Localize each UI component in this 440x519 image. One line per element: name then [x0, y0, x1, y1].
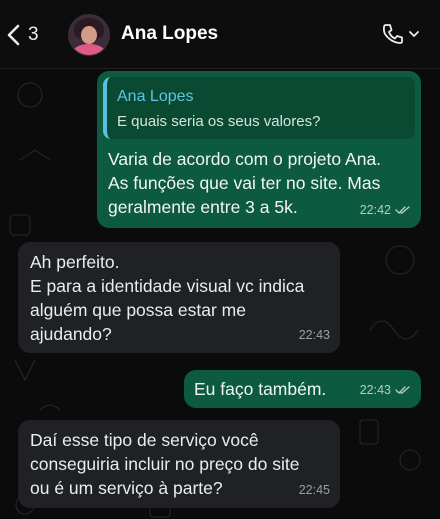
message-meta: 22:42 — [360, 198, 411, 222]
chevron-down-icon — [409, 31, 419, 38]
chat-header: 3 Ana Lopes — [0, 0, 440, 69]
chevron-left-icon — [7, 24, 20, 46]
contact-name[interactable]: Ana Lopes — [121, 23, 218, 45]
message-text: Daí esse tipo de serviço você conseguiri… — [30, 430, 300, 498]
message-text: Eu faço também. — [194, 379, 327, 399]
double-check-icon — [395, 206, 410, 214]
message-time: 22:43 — [359, 383, 391, 397]
double-check-icon — [395, 386, 410, 394]
message-time: 22:42 — [359, 203, 391, 217]
message-meta: 22:43 — [299, 323, 330, 347]
back-button[interactable]: 3 — [6, 15, 39, 55]
message-meta: 22:45 — [299, 478, 330, 502]
message-bubble-outgoing[interactable]: Eu faço também. 22:43 — [184, 370, 421, 408]
message-time: 22:45 — [298, 483, 330, 497]
message-time: 22:43 — [298, 328, 330, 342]
message-bubble-incoming[interactable]: Daí esse tipo de serviço você conseguiri… — [18, 420, 340, 508]
quoted-author: Ana Lopes — [117, 88, 194, 105]
quoted-message[interactable]: Ana Lopes E quais seria os seus valores? — [103, 77, 415, 139]
message-bubble-outgoing[interactable]: Ana Lopes E quais seria os seus valores?… — [97, 71, 421, 228]
avatar[interactable] — [68, 14, 110, 56]
message-bubble-incoming[interactable]: Ah perfeito. E para a identidade visual … — [18, 242, 340, 353]
message-text: Varia de acordo com o projeto Ana. As fu… — [108, 149, 382, 217]
phone-icon — [382, 24, 403, 44]
message-text: Ah perfeito. E para a identidade visual … — [30, 252, 305, 344]
call-button[interactable] — [381, 22, 420, 46]
message-meta: 22:43 — [360, 378, 411, 402]
unread-count: 3 — [28, 24, 39, 45]
quoted-text: E quais seria os seus valores? — [117, 113, 321, 130]
